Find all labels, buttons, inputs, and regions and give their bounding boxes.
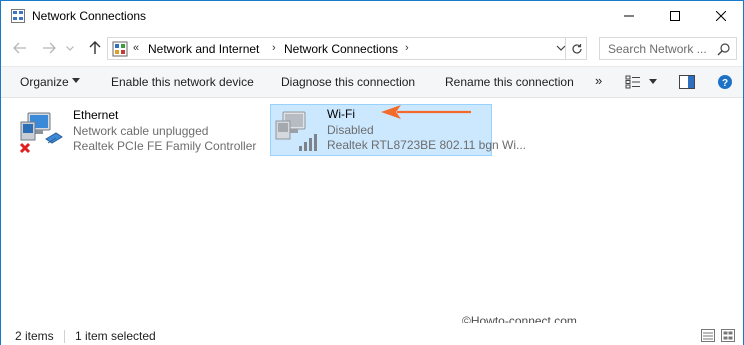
refresh-icon <box>571 43 582 54</box>
forward-arrow-icon <box>43 42 56 54</box>
window-title: Network Connections <box>32 9 147 23</box>
breadcrumb-separator[interactable]: › <box>272 42 276 54</box>
organize-dropdown-icon[interactable] <box>72 78 80 84</box>
details-view-icon[interactable] <box>701 329 715 342</box>
large-icons-view-icon[interactable] <box>721 329 735 342</box>
minimize-icon <box>624 15 634 17</box>
minimize-button[interactable] <box>606 1 652 31</box>
more-commands-button[interactable]: » <box>595 73 602 88</box>
recent-locations-button[interactable] <box>64 39 76 57</box>
back-button[interactable] <box>11 39 29 57</box>
connections-list[interactable]: Ethernet Network cable unplugged Realtek… <box>1 98 743 323</box>
close-icon <box>716 11 726 21</box>
selection-count: 1 item selected <box>75 329 156 343</box>
chevron-down-icon <box>66 45 74 51</box>
up-arrow-icon <box>89 41 101 54</box>
control-panel-icon <box>112 41 128 57</box>
connection-status: Network cable unplugged <box>73 124 209 138</box>
item-count: 2 items <box>15 329 54 343</box>
breadcrumb-network-and-internet[interactable]: Network and Internet <box>148 42 259 56</box>
refresh-button[interactable] <box>565 37 587 60</box>
connection-item-ethernet[interactable]: Ethernet Network cable unplugged Realtek… <box>15 105 263 157</box>
connection-status: Disabled <box>327 123 374 137</box>
preview-pane-icon[interactable] <box>679 75 695 89</box>
command-bar: Organize Enable this network device Diag… <box>1 66 743 98</box>
explorer-window: Network Connections « Network and Intern… <box>0 0 744 345</box>
diagnose-connection-button[interactable]: Diagnose this connection <box>281 75 415 89</box>
search-icon <box>717 43 730 56</box>
close-button[interactable] <box>698 1 744 31</box>
breadcrumb-network-connections[interactable]: Network Connections <box>284 42 398 56</box>
navigation-bar: « Network and Internet › Network Connect… <box>1 31 743 66</box>
view-options-dropdown-icon[interactable] <box>649 79 657 85</box>
annotation-arrow-icon <box>381 105 471 119</box>
ethernet-adapter-icon <box>19 112 63 154</box>
connection-device: Realtek RTL8723BE 802.11 bgn Wi... <box>327 138 527 152</box>
back-arrow-icon <box>13 42 26 54</box>
svg-text:?: ? <box>722 78 728 89</box>
search-placeholder: Search Network ... <box>608 42 707 56</box>
status-bar: 2 items 1 item selected <box>1 323 743 345</box>
up-button[interactable] <box>86 39 104 57</box>
status-divider <box>64 330 65 343</box>
change-view-icon[interactable] <box>625 75 641 89</box>
help-icon[interactable]: ? <box>717 74 733 90</box>
organize-menu[interactable]: Organize <box>20 75 69 89</box>
rename-connection-button[interactable]: Rename this connection <box>445 75 574 89</box>
breadcrumb-separator[interactable]: › <box>405 42 409 54</box>
title-bar[interactable]: Network Connections <box>1 1 743 31</box>
forward-button[interactable] <box>40 39 58 57</box>
enable-device-button[interactable]: Enable this network device <box>111 75 254 89</box>
address-overflow-chevron[interactable]: « <box>133 42 139 54</box>
address-bar[interactable]: « Network and Internet › Network Connect… <box>107 37 587 60</box>
wifi-adapter-icon <box>275 111 317 151</box>
connection-name: Ethernet <box>73 108 119 122</box>
maximize-button[interactable] <box>652 1 698 31</box>
network-connections-app-icon <box>11 9 25 23</box>
connection-name: Wi-Fi <box>327 107 355 121</box>
connection-device: Realtek PCIe FE Family Controller <box>73 139 257 153</box>
maximize-icon <box>670 11 680 21</box>
search-input[interactable]: Search Network ... <box>599 37 737 60</box>
